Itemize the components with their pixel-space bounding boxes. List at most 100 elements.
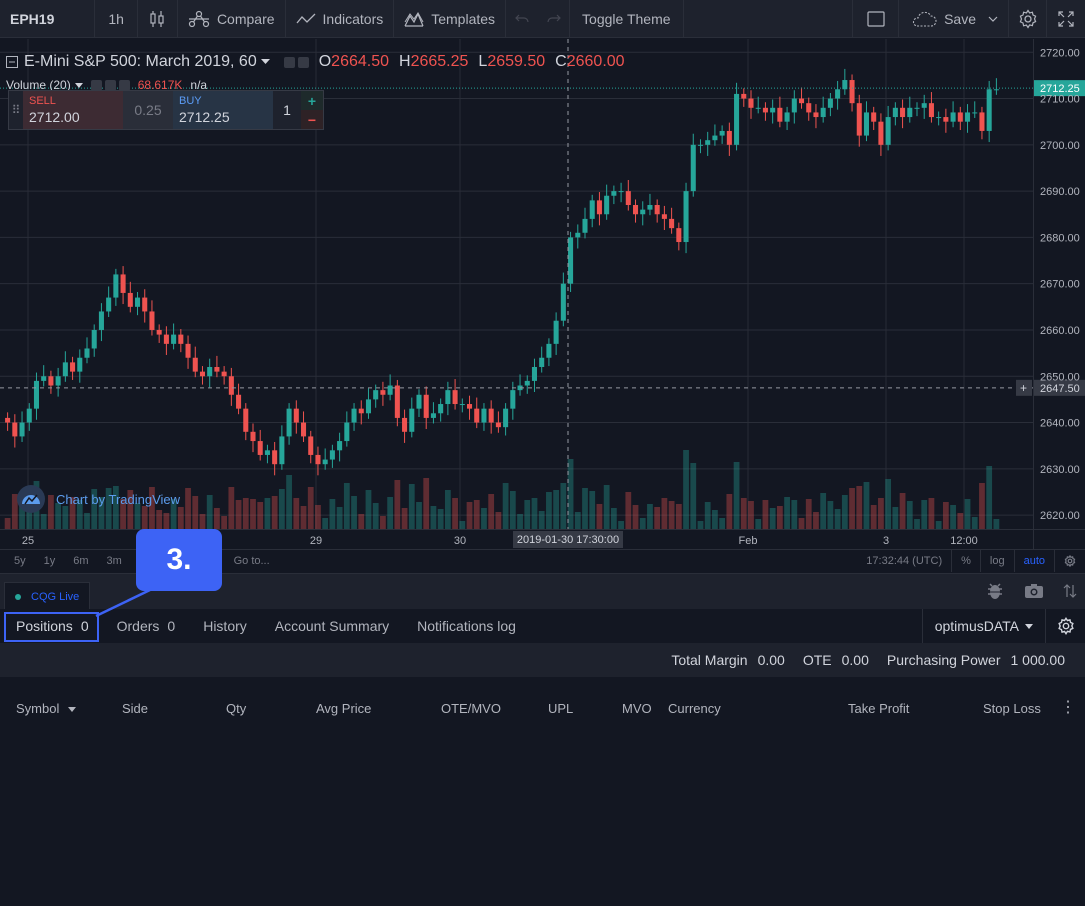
gear-icon[interactable] [297, 56, 309, 68]
candle [770, 107, 776, 113]
candle [19, 422, 25, 437]
toggle-theme-button[interactable]: Toggle Theme [570, 0, 684, 38]
close-value: 2660.00 [566, 53, 625, 70]
watermark-text: Chart by TradingView [56, 491, 181, 507]
volume-bar [444, 490, 451, 529]
log-scale-button[interactable]: log [979, 550, 1014, 572]
step-callout: 3. [136, 529, 222, 591]
candle [344, 422, 350, 442]
tab-notifications-log[interactable]: Notifications log [403, 609, 530, 643]
volume-bar [574, 512, 581, 529]
column-take-profit[interactable]: Take Profit [848, 701, 909, 716]
axis-settings-button[interactable] [1054, 550, 1085, 572]
broker-tab[interactable]: CQG Live [4, 582, 91, 610]
collapse-icon[interactable] [6, 56, 18, 68]
go-to-date-button[interactable]: Go to... [225, 555, 279, 567]
quantity-input[interactable]: 1 [273, 91, 301, 129]
timeframe-3m[interactable]: 3m [98, 555, 131, 567]
volume-bar [697, 521, 704, 529]
volume-bar [625, 492, 632, 529]
timeframe-5y[interactable]: 5y [0, 555, 35, 567]
eye-icon[interactable] [283, 56, 295, 68]
compare-button[interactable]: Compare [178, 0, 286, 38]
column-side[interactable]: Side [122, 701, 148, 716]
undo-button[interactable] [506, 0, 538, 38]
cloud-icon [913, 11, 937, 27]
tab-history[interactable]: History [189, 609, 261, 643]
column-stop-loss[interactable]: Stop Loss [983, 701, 1041, 716]
column-avg-price[interactable]: Avg Price [316, 701, 371, 716]
indicators-button[interactable]: Indicators [286, 0, 395, 38]
volume-bar [394, 480, 401, 529]
candle [91, 329, 97, 349]
candle [185, 343, 191, 358]
column-ote-mvo[interactable]: OTE/MVO [441, 701, 501, 716]
quantity-increase-button[interactable]: + [301, 91, 323, 110]
drag-handle-icon[interactable]: ⠿ [9, 91, 23, 129]
fullscreen-button[interactable] [1047, 0, 1085, 38]
close-icon[interactable] [118, 79, 130, 91]
volume-bar [509, 491, 516, 529]
candle [589, 200, 595, 219]
column-upl[interactable]: UPL [548, 701, 573, 716]
timeframe-1y[interactable]: 1y [35, 555, 65, 567]
candle [48, 376, 54, 386]
candle [798, 98, 805, 104]
settings-button[interactable] [1009, 0, 1047, 38]
volume-bar [481, 508, 487, 529]
quantity-decrease-button[interactable]: − [301, 110, 323, 129]
candle [445, 390, 451, 405]
symbol-title[interactable]: E-Mini S&P 500: March 2019, 60 [24, 53, 257, 71]
quantity-stepper: + − [301, 91, 323, 129]
compare-icon [188, 10, 210, 27]
tab-orders[interactable]: Orders 0 [103, 609, 190, 643]
tab-orders-count: 0 [167, 618, 176, 634]
percent-scale-button[interactable]: % [951, 550, 980, 572]
timeframe-6m[interactable]: 6m [64, 555, 97, 567]
tab-account-summary[interactable]: Account Summary [261, 609, 403, 643]
redo-button[interactable] [538, 0, 571, 38]
column-qty[interactable]: Qty [226, 701, 246, 716]
volume-bar [755, 519, 762, 529]
candle [748, 98, 754, 108]
symbol-search-button[interactable]: EPH19 [0, 0, 96, 38]
time-tick-label: 25 [22, 535, 34, 547]
candles-style-button[interactable] [138, 0, 178, 38]
volume-bar [538, 511, 545, 529]
interval-button[interactable]: 1h [95, 0, 138, 38]
candle [293, 408, 299, 423]
more-options-icon[interactable]: ⋮ [1060, 697, 1076, 717]
bug-icon[interactable] [986, 581, 1004, 601]
volume-bar [798, 518, 805, 529]
quick-trade-widget: ⠿ SELL 2712.00 0.25 BUY 2712.25 1 + − [8, 90, 324, 130]
auto-scale-button[interactable]: auto [1013, 550, 1054, 572]
column-mvo[interactable]: MVO [622, 701, 652, 716]
candle [900, 107, 906, 118]
volume-bar [546, 492, 552, 529]
sell-button[interactable]: SELL 2712.00 [23, 91, 123, 129]
top-toolbar: EPH19 1h Compare Indicators Templates To… [0, 0, 1085, 38]
column-symbol[interactable]: Symbol [16, 701, 76, 716]
templates-button[interactable]: Templates [394, 0, 507, 38]
eye-icon[interactable] [90, 79, 102, 91]
volume-bar [416, 502, 422, 529]
time-tick-label: 30 [454, 535, 466, 547]
price-tick-label: 2690.00 [1040, 186, 1080, 198]
camera-icon[interactable] [1024, 583, 1044, 599]
chart-area[interactable]: 2712.25 2647.50 +2019-01-30 17:30:00 2720.… [0, 39, 1085, 549]
save-button[interactable]: Save [899, 0, 1009, 38]
account-select[interactable]: optimusDATA [921, 609, 1045, 643]
candle [221, 371, 227, 377]
account-settings-button[interactable] [1045, 609, 1085, 643]
buy-button[interactable]: BUY 2712.25 [173, 91, 273, 129]
volume-bar [993, 519, 1000, 529]
candle [113, 274, 119, 298]
chevron-down-icon [260, 59, 270, 64]
tradingview-watermark[interactable]: Chart by TradingView [16, 484, 180, 514]
sort-arrows-icon[interactable] [1063, 584, 1077, 598]
candle [149, 311, 155, 330]
gear-icon[interactable] [104, 79, 116, 91]
volume-bar [4, 518, 11, 529]
fullscreen-layout-button[interactable] [853, 0, 900, 38]
column-currency[interactable]: Currency [668, 701, 721, 716]
